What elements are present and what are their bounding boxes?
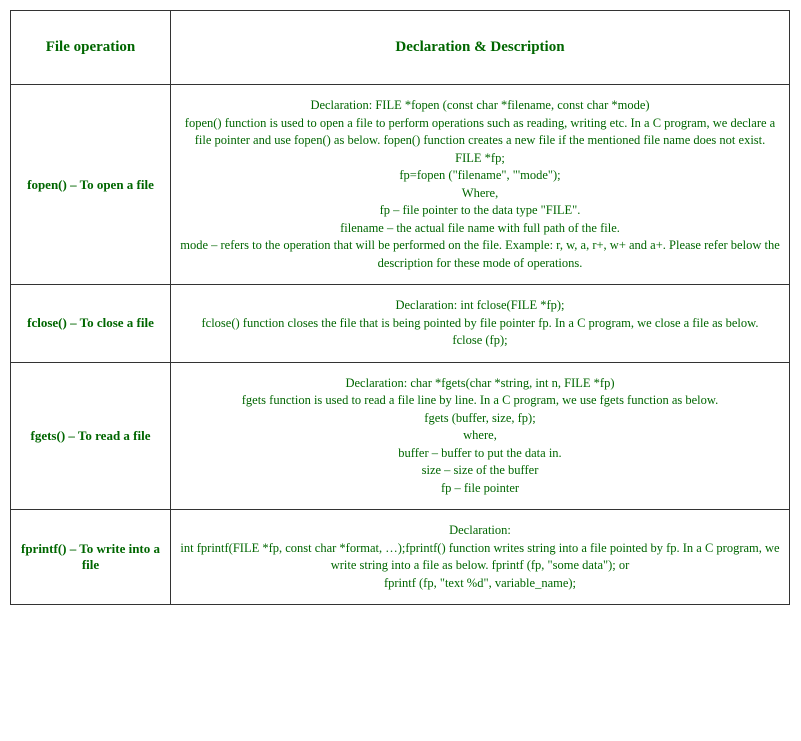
description-line: fgets (buffer, size, fp); <box>424 411 535 425</box>
description-line: FILE *fp; <box>455 151 505 165</box>
description-line: Where, <box>462 186 498 200</box>
table-row: fclose() – To close a fileDeclaration: i… <box>11 285 790 363</box>
description-line: filename – the actual file name with ful… <box>340 221 620 235</box>
description-line: where, <box>463 428 497 442</box>
description-line: fprintf (fp, "text %d", variable_name); <box>384 576 576 590</box>
table-row: fopen() – To open a file Declaration: FIL… <box>11 85 790 285</box>
file-operations-table: File operation Declaration & Description… <box>10 10 790 605</box>
description-line: Declaration: int fclose(FILE *fp); <box>395 298 564 312</box>
header-declaration-description: Declaration & Description <box>171 11 790 85</box>
description-line: Declaration: char *fgets(char *string, i… <box>345 376 614 390</box>
description-line: fopen() function is used to open a file … <box>185 116 775 148</box>
description-line: fp=fopen ("filename", "'mode"); <box>399 168 560 182</box>
description-line: fp – file pointer <box>441 481 519 495</box>
description-line: int fprintf(FILE *fp, const char *format… <box>180 541 779 573</box>
description-line: fgets function is used to read a file li… <box>242 393 719 407</box>
description-line: buffer – buffer to put the data in. <box>398 446 561 460</box>
description-line: size – size of the buffer <box>422 463 539 477</box>
description-line: fp – file pointer to the data type "FILE… <box>380 203 581 217</box>
description-line: fclose() function closes the file that i… <box>201 316 758 330</box>
cell-operation: fprintf() – To write into a file <box>11 510 171 605</box>
description-line: mode – refers to the operation that will… <box>180 238 780 270</box>
cell-operation: fopen() – To open a file <box>11 85 171 285</box>
table-row: fprintf() – To write into a fileDeclarat… <box>11 510 790 605</box>
cell-description: Declaration: FILE *fopen (const char *fi… <box>171 85 790 285</box>
header-file-operation: File operation <box>11 11 171 85</box>
cell-operation: fgets() – To read a file <box>11 362 171 510</box>
cell-description: Declaration: int fprintf(FILE *fp, const … <box>171 510 790 605</box>
cell-description: Declaration: char *fgets(char *string, i… <box>171 362 790 510</box>
description-line: Declaration: FILE *fopen (const char *fi… <box>310 98 649 112</box>
cell-operation: fclose() – To close a file <box>11 285 171 363</box>
table-row: fgets() – To read a file Declaration: cha… <box>11 362 790 510</box>
table-header-row: File operation Declaration & Description <box>11 11 790 85</box>
table-body: fopen() – To open a file Declaration: FIL… <box>11 85 790 605</box>
description-line: Declaration: <box>449 523 511 537</box>
description-line: fclose (fp); <box>452 333 507 347</box>
cell-description: Declaration: int fclose(FILE *fp); fclose… <box>171 285 790 363</box>
